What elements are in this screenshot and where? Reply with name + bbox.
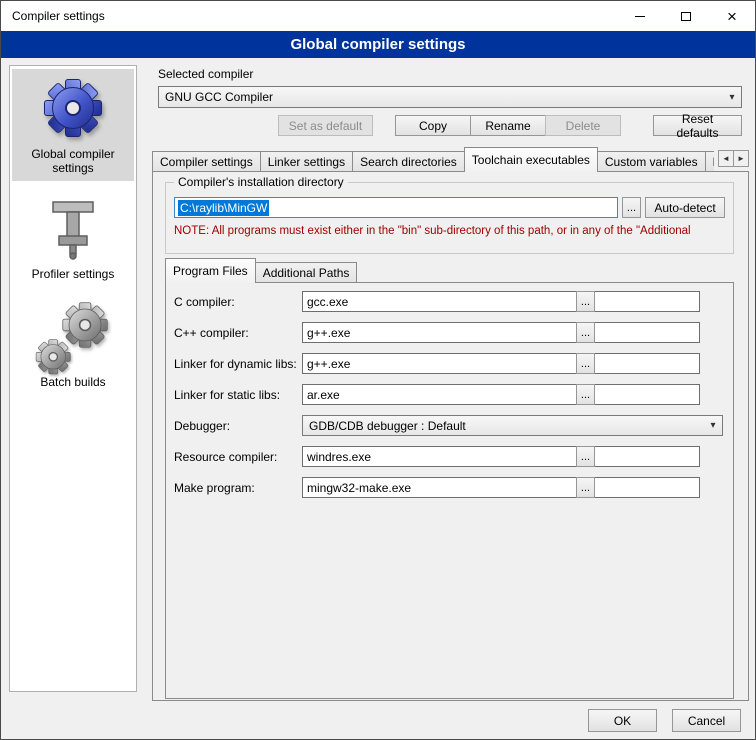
- linker-static-browse-button[interactable]: ...: [576, 384, 595, 405]
- sidebar-item-label: Profiler settings: [32, 267, 115, 281]
- selected-compiler-label: Selected compiler: [158, 67, 253, 81]
- tab-search-directories[interactable]: Search directories: [352, 151, 465, 172]
- cancel-button[interactable]: Cancel: [672, 709, 741, 732]
- tab-list: Compiler settings Linker settings Search…: [152, 147, 714, 172]
- c-compiler-label: C compiler:: [174, 295, 235, 309]
- resource-compiler-browse-button[interactable]: ...: [576, 446, 595, 467]
- close-button[interactable]: ×: [709, 1, 755, 31]
- reset-defaults-button[interactable]: Reset defaults: [653, 115, 742, 136]
- c-compiler-row: C compiler: ...: [174, 291, 727, 312]
- close-icon: ×: [727, 8, 737, 25]
- subtab-additional-paths[interactable]: Additional Paths: [255, 262, 358, 283]
- sidebar-item-label: Global compiler settings: [14, 147, 132, 175]
- chevron-down-icon: ▾: [723, 92, 741, 103]
- debugger-row: Debugger: GDB/CDB debugger : Default ▾: [174, 415, 727, 436]
- tab-scroll-buttons: ◄ ►: [719, 150, 749, 167]
- tab-compiler-settings[interactable]: Compiler settings: [152, 151, 261, 172]
- bin-subdirectory-note: NOTE: All programs must exist either in …: [174, 225, 730, 237]
- window-title: Compiler settings: [12, 9, 105, 23]
- cpp-compiler-label: C++ compiler:: [174, 326, 249, 340]
- installation-directory-selected-text: C:\raylib\MinGW: [178, 200, 269, 216]
- maximize-button[interactable]: [663, 1, 709, 31]
- maximize-icon: [681, 12, 691, 21]
- debugger-select[interactable]: GDB/CDB debugger : Default ▾: [302, 415, 723, 436]
- ok-button[interactable]: OK: [588, 709, 657, 732]
- installation-directory-input[interactable]: C:\raylib\MinGW: [174, 197, 618, 218]
- arrow-right-icon: ►: [737, 154, 745, 163]
- settings-sidebar: Global compiler settings Profiler settin…: [9, 65, 137, 692]
- make-program-input[interactable]: [302, 477, 700, 498]
- batch-builds-gears-icon: [40, 304, 106, 368]
- tab-custom-variables[interactable]: Custom variables: [597, 151, 706, 172]
- cpp-compiler-browse-button[interactable]: ...: [576, 322, 595, 343]
- linker-static-input[interactable]: [302, 384, 700, 405]
- tab-scroll-left-button[interactable]: ◄: [718, 150, 734, 167]
- tab-scroll-right-button[interactable]: ►: [733, 150, 749, 167]
- sidebar-item-label: Batch builds: [40, 375, 105, 389]
- debugger-label: Debugger:: [174, 419, 230, 433]
- titlebar: Compiler settings ×: [1, 1, 755, 31]
- cpp-compiler-input[interactable]: [302, 322, 700, 343]
- installation-directory-browse-button[interactable]: ...: [622, 197, 641, 218]
- debugger-select-value: GDB/CDB debugger : Default: [303, 419, 704, 433]
- page-title: Global compiler settings: [1, 31, 755, 58]
- copy-button[interactable]: Copy: [395, 115, 471, 136]
- toolchain-executables-panel: Compiler's installation directory C:\ray…: [152, 171, 749, 701]
- set-as-default-button[interactable]: Set as default: [278, 115, 373, 136]
- sidebar-item-profiler-settings[interactable]: Profiler settings: [12, 191, 134, 287]
- sidebar-item-global-compiler-settings[interactable]: Global compiler settings: [12, 69, 134, 181]
- auto-detect-button[interactable]: Auto-detect: [645, 197, 725, 218]
- installation-directory-group: Compiler's installation directory C:\ray…: [165, 182, 734, 254]
- installation-directory-group-title: Compiler's installation directory: [174, 175, 348, 189]
- linker-dynamic-row: Linker for dynamic libs: ...: [174, 353, 727, 374]
- profiler-clamp-icon: [43, 198, 103, 260]
- tab-strip: Compiler settings Linker settings Search…: [152, 147, 749, 172]
- make-program-row: Make program: ...: [174, 477, 727, 498]
- subtab-strip: Program Files Additional Paths: [165, 258, 356, 283]
- compiler-select[interactable]: GNU GCC Compiler ▾: [158, 86, 742, 108]
- chevron-down-icon: ▾: [704, 420, 722, 431]
- make-program-label: Make program:: [174, 481, 255, 495]
- subtab-program-files[interactable]: Program Files: [165, 258, 256, 283]
- linker-static-label: Linker for static libs:: [174, 388, 280, 402]
- tab-toolchain-executables[interactable]: Toolchain executables: [464, 147, 598, 172]
- tab-build-options-clipped[interactable]: Buil: [705, 151, 714, 172]
- rename-button[interactable]: Rename: [470, 115, 546, 136]
- minimize-icon: [635, 16, 645, 17]
- resource-compiler-input[interactable]: [302, 446, 700, 467]
- arrow-left-icon: ◄: [722, 154, 730, 163]
- linker-dynamic-input[interactable]: [302, 353, 700, 374]
- window-controls: ×: [617, 1, 755, 31]
- linker-static-row: Linker for static libs: ...: [174, 384, 727, 405]
- cpp-compiler-row: C++ compiler: ...: [174, 322, 727, 343]
- program-files-panel: C compiler: ... C++ compiler: ... Linker…: [165, 282, 734, 699]
- gear-icon: [41, 76, 105, 140]
- c-compiler-browse-button[interactable]: ...: [576, 291, 595, 312]
- sidebar-item-batch-builds[interactable]: Batch builds: [12, 297, 134, 395]
- linker-dynamic-label: Linker for dynamic libs:: [174, 357, 297, 371]
- tab-linker-settings[interactable]: Linker settings: [260, 151, 353, 172]
- compiler-actions: Set as default Copy Rename Delete Reset …: [158, 115, 742, 136]
- linker-dynamic-browse-button[interactable]: ...: [576, 353, 595, 374]
- compiler-select-value: GNU GCC Compiler: [159, 90, 723, 104]
- delete-button[interactable]: Delete: [545, 115, 621, 136]
- make-program-browse-button[interactable]: ...: [576, 477, 595, 498]
- minimize-button[interactable]: [617, 1, 663, 31]
- resource-compiler-label: Resource compiler:: [174, 450, 277, 464]
- resource-compiler-row: Resource compiler: ...: [174, 446, 727, 467]
- c-compiler-input[interactable]: [302, 291, 700, 312]
- compiler-settings-dialog: Compiler settings × Global compiler sett…: [0, 0, 756, 740]
